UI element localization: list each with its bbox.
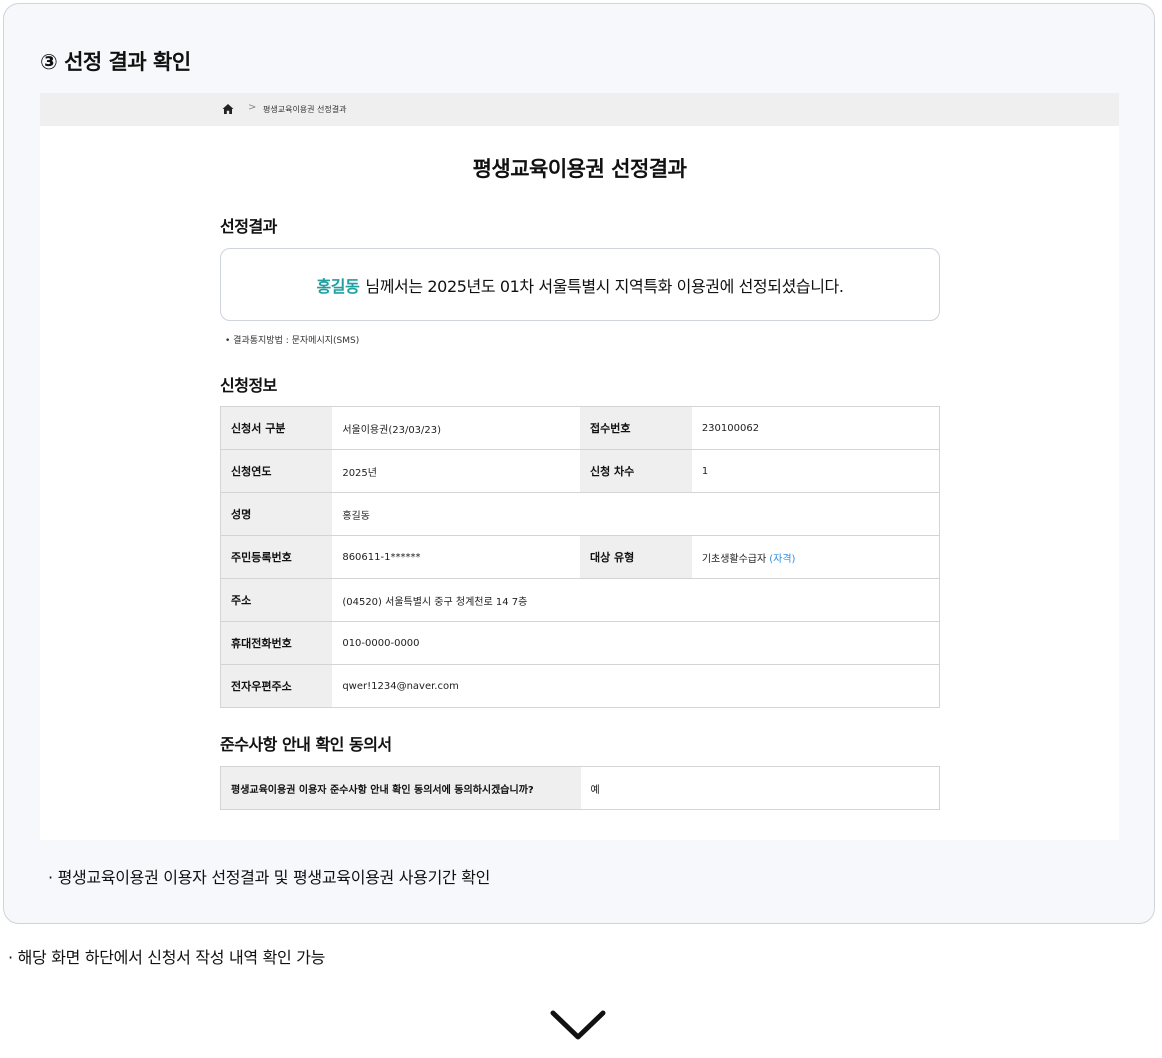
agreement-heading: 준수사항 안내 확인 동의서 [220, 735, 392, 754]
table-cell: 010-0000-0000 [332, 621, 941, 665]
breadcrumb: > 평생교육이용권 선정결과 [40, 93, 1119, 126]
table-header-cell: 휴대전화번호 [220, 621, 333, 665]
breadcrumb-separator: > [248, 102, 257, 113]
agreement-table: 평생교육이용권 이용자 준수사항 안내 확인 동의서에 동의하시겠습니까? 예 [220, 766, 940, 810]
table-header-cell: 성명 [220, 492, 333, 536]
table-cell: (04520) 서울특별시 중구 청계천로 14 7층 [332, 578, 941, 622]
table-cell: qwer!1234@naver.com [332, 664, 941, 708]
result-name: 홍길동 [316, 276, 360, 296]
screenshot-frame: > 평생교육이용권 선정결과 평생교육이용권 선정결과 선정결과 홍길동 님께서… [40, 93, 1119, 840]
table-row: 신청연도 2025년 신청 차수 1 [220, 449, 940, 493]
table-header-cell: 전자우편주소 [220, 664, 333, 708]
inner-caption: · 평생교육이용권 이용자 선정결과 및 평생교육이용권 사용기간 확인 [48, 868, 491, 887]
table-header-cell: 주민등록번호 [220, 535, 333, 579]
table-row: 평생교육이용권 이용자 준수사항 안내 확인 동의서에 동의하시겠습니까? 예 [220, 766, 940, 810]
page-title: 평생교육이용권 선정결과 [472, 157, 687, 181]
table-row: 전자우편주소 qwer!1234@naver.com [220, 664, 941, 708]
application-heading: 신청정보 [220, 376, 277, 395]
result-heading: 선정결과 [220, 217, 277, 236]
home-icon[interactable] [222, 103, 234, 115]
table-cell: 서울이용권(23/03/23) [332, 406, 580, 450]
table-cell: 2025년 [332, 449, 580, 493]
chevron-down-icon [550, 1010, 606, 1040]
table-cell: 230100062 [691, 406, 940, 450]
result-message: 님께서는 2025년도 01차 서울특별시 지역특화 이용권에 선정되셨습니다. [365, 276, 844, 296]
table-header-cell: 신청서 구분 [220, 406, 333, 450]
table-cell: 기초생활수급자 (자격) [691, 535, 940, 579]
step-title: ③ 선정 결과 확인 [40, 50, 191, 74]
application-table: 신청서 구분 서울이용권(23/03/23) 접수번호 230100062 신청… [220, 406, 941, 708]
table-header-cell: 신청 차수 [579, 449, 692, 493]
target-type-value: 기초생활수급자 [701, 553, 767, 565]
table-row: 휴대전화번호 010-0000-0000 [220, 621, 941, 665]
table-header-cell: 접수번호 [579, 406, 692, 450]
table-header-cell: 주소 [220, 578, 333, 622]
table-row: 성명 홍길동 [220, 492, 941, 536]
table-row: 신청서 구분 서울이용권(23/03/23) 접수번호 230100062 [220, 406, 940, 450]
table-cell: 860611-1****** [332, 535, 580, 579]
table-cell: 홍길동 [332, 492, 941, 536]
table-row: 주민등록번호 860611-1****** 대상 유형 기초생활수급자 (자격) [220, 535, 940, 579]
table-header-cell: 대상 유형 [579, 535, 692, 579]
qualification-link[interactable]: (자격) [769, 554, 795, 565]
notify-method: • 결과통지방법 : 문자메시지(SMS) [225, 336, 360, 346]
result-box: 홍길동 님께서는 2025년도 01차 서울특별시 지역특화 이용권에 선정되셨… [220, 248, 940, 321]
step-panel: ③ 선정 결과 확인 > 평생교육이용권 선정결과 평생교육이용권 선정결과 선… [3, 3, 1155, 924]
outer-caption: · 해당 화면 하단에서 신청서 작성 내역 확인 가능 [8, 948, 326, 967]
table-row: 주소 (04520) 서울특별시 중구 청계천로 14 7층 [220, 578, 941, 622]
agreement-answer: 예 [590, 784, 600, 796]
table-header-cell: 신청연도 [220, 449, 333, 493]
table-cell: 1 [691, 449, 940, 493]
breadcrumb-current[interactable]: 평생교육이용권 선정결과 [263, 104, 347, 115]
agreement-question: 평생교육이용권 이용자 준수사항 안내 확인 동의서에 동의하시겠습니까? [220, 766, 581, 810]
